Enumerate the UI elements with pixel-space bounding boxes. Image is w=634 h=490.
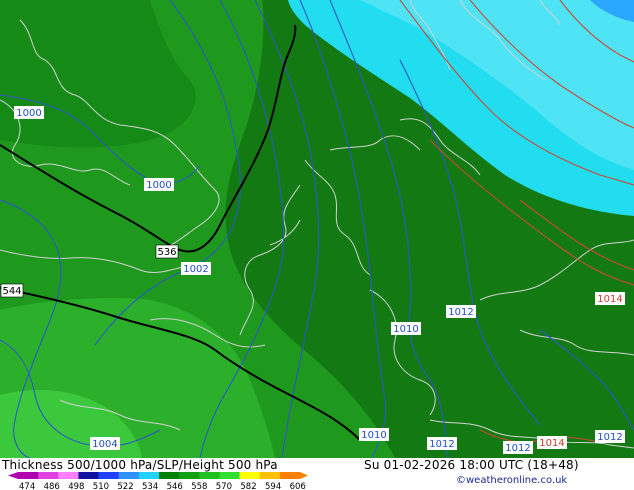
scale-label: 498 xyxy=(68,482,84,490)
scale-arrow-right xyxy=(300,472,308,479)
scale-swatch xyxy=(58,472,79,479)
svg-text:1002: 1002 xyxy=(183,264,208,275)
scale-label: 594 xyxy=(265,482,281,490)
svg-text:544: 544 xyxy=(2,286,21,297)
scale-label: 510 xyxy=(93,482,109,490)
scale-swatch xyxy=(118,472,140,479)
scale-swatch xyxy=(138,472,160,479)
svg-text:1014: 1014 xyxy=(597,294,622,305)
weather-map: 536 544 1000 1000 1002 1004 1010 1010 10… xyxy=(0,0,634,458)
map-title: Thickness 500/1000 hPa/SLP/Height 500 hP… xyxy=(2,458,278,472)
scale-label: 606 xyxy=(290,482,306,490)
svg-text:1000: 1000 xyxy=(16,108,41,119)
scale-swatch xyxy=(159,472,180,479)
scale-label: 474 xyxy=(19,482,35,490)
scale-swatch xyxy=(18,472,39,479)
isobar-label: 1012 xyxy=(595,430,625,443)
scale-label: 486 xyxy=(44,482,60,490)
isobar-label: 1012 xyxy=(503,441,533,454)
scale-swatch xyxy=(38,472,59,479)
height-label-544: 544 xyxy=(0,283,24,298)
scale-label: 546 xyxy=(167,482,183,490)
valid-time: Su 01-02-2026 18:00 UTC (18+48) xyxy=(364,458,579,472)
isobar-label: 1012 xyxy=(427,437,457,450)
svg-text:1012: 1012 xyxy=(597,432,622,443)
credit-link[interactable]: ©weatheronline.co.uk xyxy=(456,475,567,486)
color-scale-bars xyxy=(8,472,308,479)
svg-text:1010: 1010 xyxy=(393,324,418,335)
scale-arrow-left xyxy=(8,472,18,479)
isobar-label: 1010 xyxy=(359,428,389,441)
scale-label: 558 xyxy=(191,482,207,490)
scale-label: 582 xyxy=(240,482,256,490)
color-scale: 474 486 498 510 522 534 546 558 570 582 594 606 xyxy=(8,472,308,490)
scale-swatch xyxy=(259,472,281,479)
isobar-label: 1010 xyxy=(391,322,421,335)
svg-text:1000: 1000 xyxy=(146,180,171,191)
scale-swatch xyxy=(179,472,200,479)
isobar-label: 1000 xyxy=(144,178,174,191)
svg-text:1014: 1014 xyxy=(539,438,564,449)
svg-text:536: 536 xyxy=(157,247,176,258)
svg-text:1012: 1012 xyxy=(505,443,530,454)
svg-text:1010: 1010 xyxy=(361,430,386,441)
scale-swatch xyxy=(78,472,100,479)
isobar-label: 1012 xyxy=(446,305,476,318)
isobar-label: 1000 xyxy=(14,106,44,119)
isobar-label: 1014 xyxy=(595,292,625,305)
isobar-label: 1002 xyxy=(181,262,211,275)
svg-text:1012: 1012 xyxy=(448,307,473,318)
color-scale-labels: 474 486 498 510 522 534 546 558 570 582 594 606 xyxy=(19,482,306,490)
svg-text:1004: 1004 xyxy=(92,439,117,450)
scale-swatch xyxy=(98,472,120,479)
isobar-label: 1004 xyxy=(90,437,120,450)
scale-swatch xyxy=(199,472,220,479)
scale-label: 570 xyxy=(216,482,232,490)
scale-swatch xyxy=(219,472,241,479)
svg-text:1012: 1012 xyxy=(429,439,454,450)
height-label-536: 536 xyxy=(155,244,179,259)
scale-label: 534 xyxy=(142,482,158,490)
isobar-label: 1014 xyxy=(537,436,567,449)
scale-swatch xyxy=(239,472,261,479)
scale-swatch xyxy=(279,472,301,479)
scale-label: 522 xyxy=(117,482,133,490)
